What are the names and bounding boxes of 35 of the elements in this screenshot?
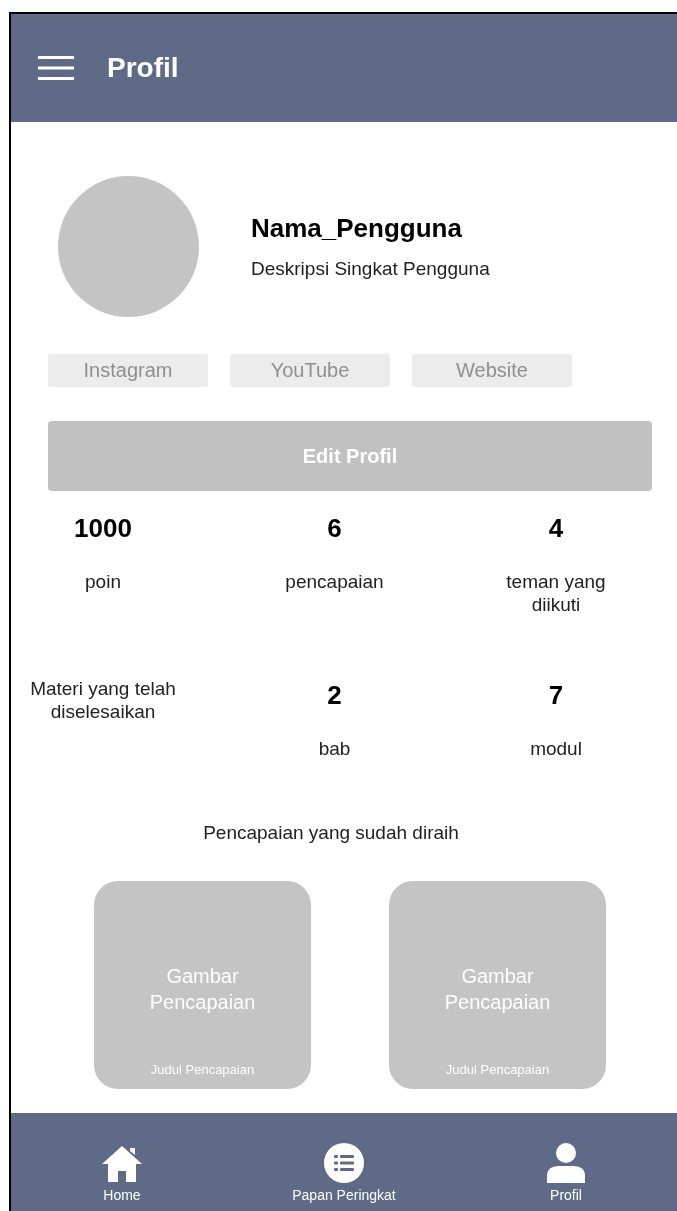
stat-label: pencapaian [284, 570, 385, 593]
achievement-card[interactable]: Gambar Pencapaian Judul Pencapaian [94, 881, 311, 1089]
completed-unit: modul [529, 737, 583, 760]
nav-label: Home [103, 1187, 141, 1203]
nav-item[interactable]: Papan Peringkat [233, 1113, 455, 1211]
completed-value: 7 [548, 680, 564, 711]
nav-label: Papan Peringkat [292, 1187, 396, 1203]
page-title: Profil [107, 52, 179, 84]
social-link-button[interactable]: YouTube [230, 354, 390, 387]
completed-value: 2 [327, 680, 342, 711]
menu-icon[interactable] [38, 56, 74, 80]
section-heading: Pencapaian yang sudah diraih [202, 822, 460, 844]
completed-unit: bab [317, 737, 352, 760]
stat-value: 1000 [74, 513, 132, 544]
stat-value: 6 [327, 513, 342, 544]
achievement-title: Judul Pencapaian [150, 1062, 255, 1077]
list-icon [324, 1143, 364, 1183]
achievement-title: Judul Pencapaian [445, 1062, 550, 1077]
user-name: Nama_Pengguna [251, 213, 463, 244]
social-link-button[interactable]: Website [412, 354, 572, 387]
achievement-card[interactable]: Gambar Pencapaian Judul Pencapaian [389, 881, 606, 1089]
person-icon [547, 1143, 585, 1183]
nav-item[interactable]: Profil [455, 1113, 677, 1211]
achievement-image-label: Gambar Pencapaian [443, 964, 552, 1015]
user-description: Deskripsi Singkat Pengguna [251, 258, 490, 280]
edit-profile-button[interactable]: Edit Profil [48, 421, 652, 491]
home-icon [101, 1145, 143, 1183]
nav-label: Profil [550, 1187, 582, 1203]
achievement-image-label: Gambar Pencapaian [148, 964, 257, 1015]
stat-value: 4 [548, 513, 564, 544]
nav-item[interactable]: Home [11, 1113, 233, 1211]
social-link-button[interactable]: Instagram [48, 354, 208, 387]
completed-caption: Materi yang telah diselesaikan [29, 677, 177, 723]
stat-label: poin [84, 570, 122, 593]
stat-label: teman yang diikuti [505, 570, 607, 616]
